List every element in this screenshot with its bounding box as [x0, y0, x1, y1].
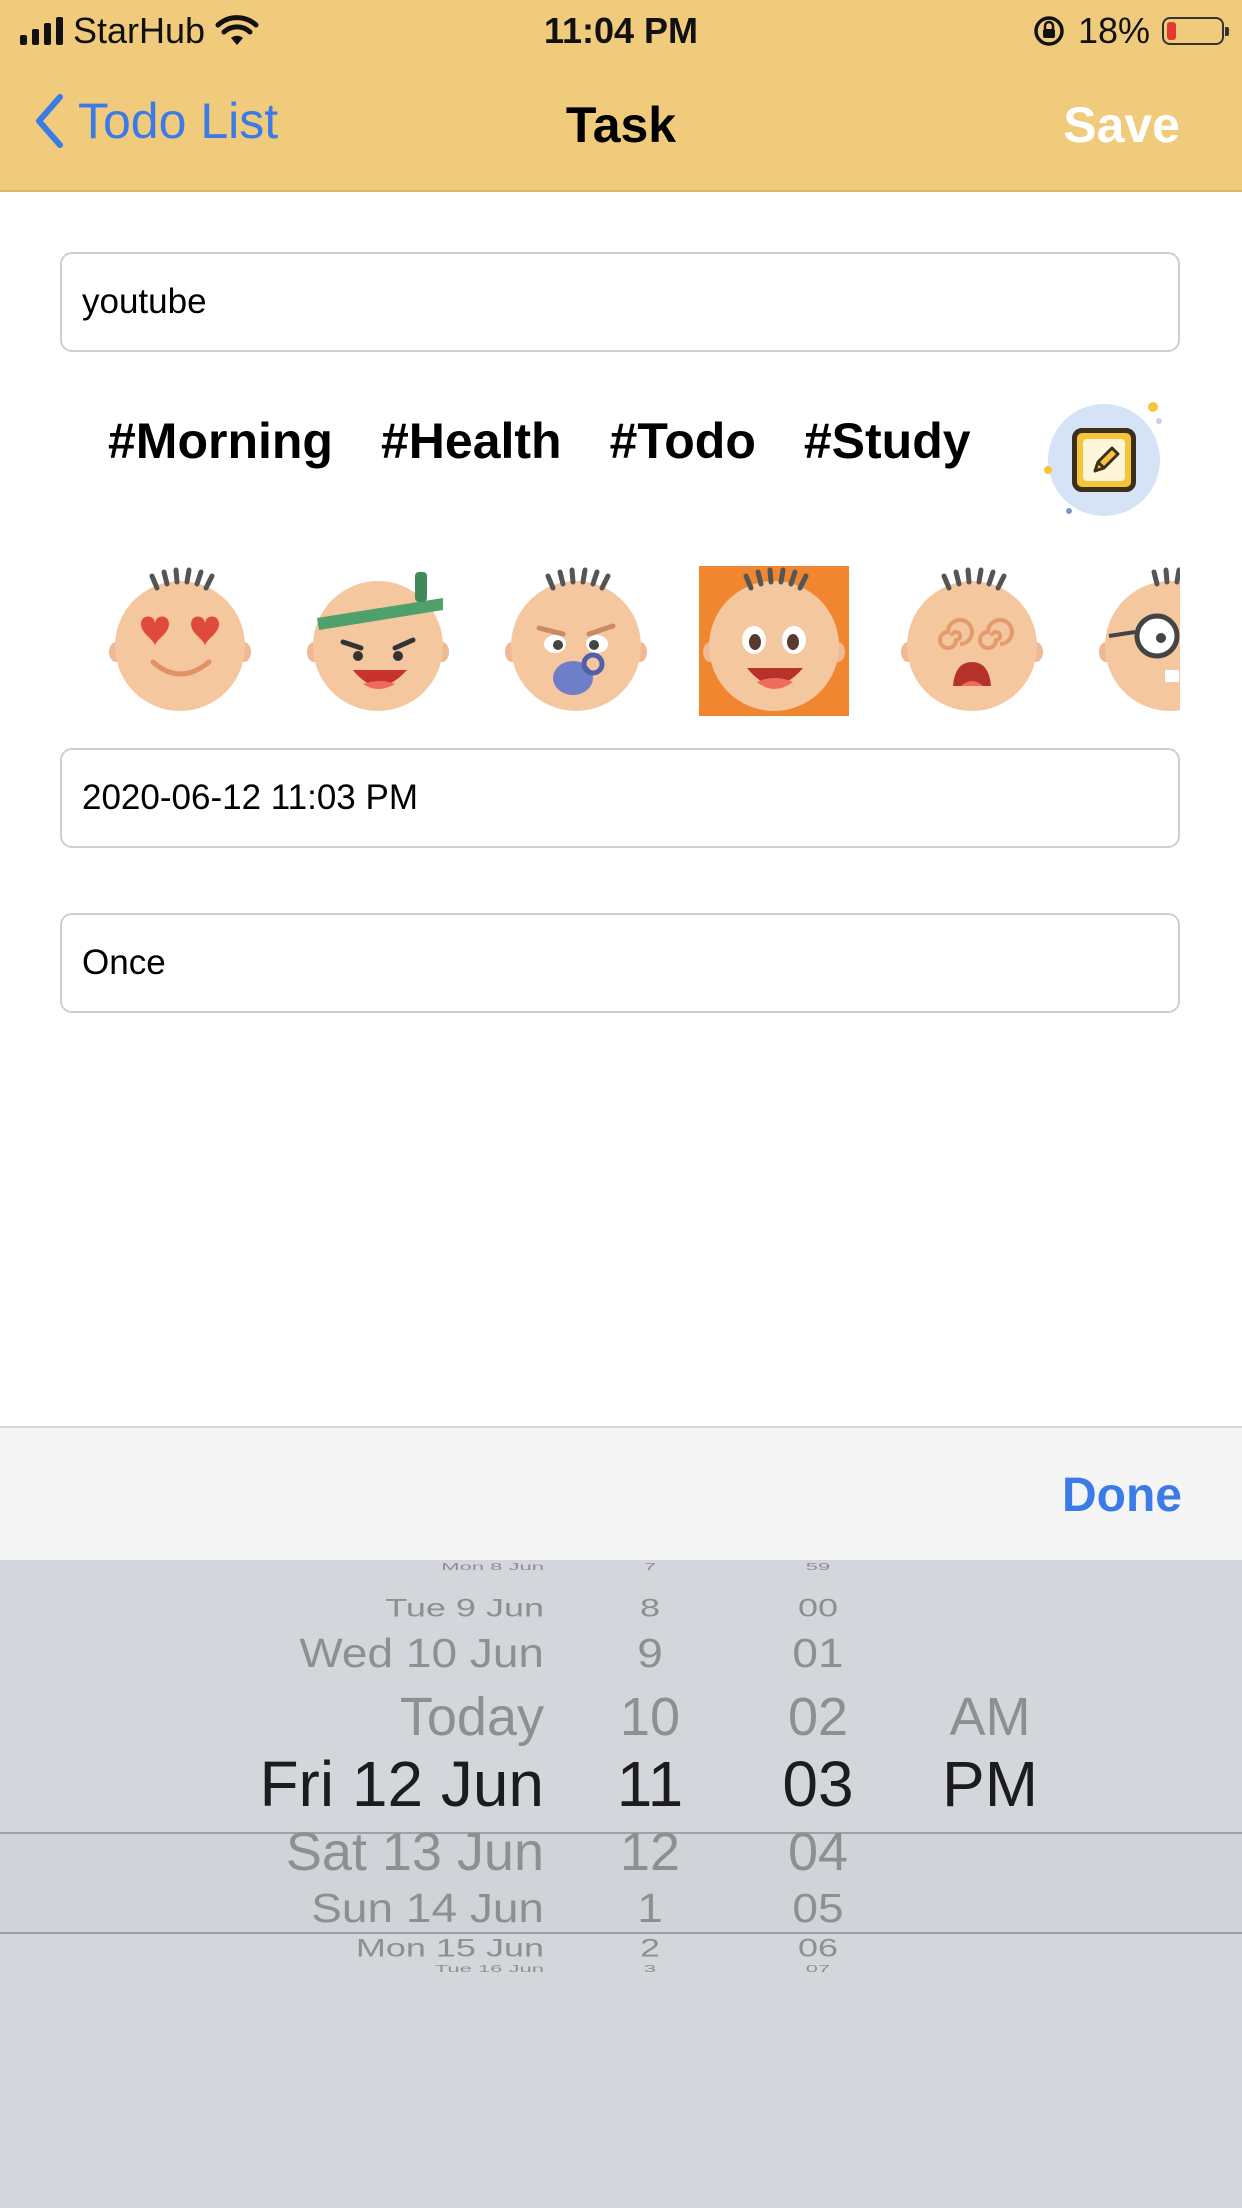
notepad-pencil-icon	[1072, 428, 1136, 492]
page-title: Task	[565, 97, 677, 153]
battery-percent: 18%	[1077, 10, 1150, 51]
tag-study[interactable]: #Study	[804, 412, 971, 470]
hour-option[interactable]: 7	[590, 1562, 710, 1572]
date-option[interactable]: Today	[400, 1690, 544, 1744]
hour-option[interactable]: 8	[590, 1595, 710, 1620]
dizzy-face-icon[interactable]	[897, 566, 1047, 716]
hour-option[interactable]: 12	[590, 1825, 710, 1879]
minute-option[interactable]: 02	[758, 1690, 878, 1744]
headband-face-icon[interactable]	[303, 566, 453, 716]
date-option[interactable]: Tue 16 Jun	[435, 1964, 544, 1974]
status-bar: StarHub 11:04 PM 18%	[0, 0, 1242, 62]
done-button[interactable]: Done	[1062, 1468, 1182, 1523]
meridiem-option[interactable]: AM	[920, 1690, 1060, 1744]
navigation-bar: StarHub 11:04 PM 18% Todo List Task Save	[0, 0, 1242, 192]
date-time-value: 2020-06-12 11:03 PM	[82, 778, 418, 817]
date-option[interactable]: Sun 14 Jun	[311, 1888, 544, 1928]
save-button[interactable]: Save	[1063, 96, 1180, 154]
meridiem-wheel[interactable]: AM PM	[920, 1560, 1060, 2208]
status-right: 18%	[1032, 10, 1229, 52]
glasses-face-icon[interactable]	[1095, 566, 1180, 716]
tag-morning[interactable]: #Morning	[108, 412, 333, 470]
orientation-lock-icon	[1034, 16, 1064, 46]
minute-option-selected[interactable]: 03	[758, 1752, 878, 1816]
hour-option[interactable]: 2	[590, 1935, 710, 1960]
minute-wheel[interactable]: 59 00 01 02 03 04 05 06 07	[758, 1560, 878, 2208]
minute-option[interactable]: 04	[758, 1825, 878, 1879]
emoji-picker-row	[105, 566, 1180, 718]
tag-list: #Morning #Health #Todo #Study	[108, 412, 971, 470]
hour-option[interactable]: 1	[590, 1888, 710, 1928]
date-option[interactable]: Mon 15 Jun	[356, 1935, 544, 1960]
hour-option[interactable]: 10	[590, 1690, 710, 1744]
minute-option[interactable]: 05	[758, 1888, 878, 1928]
hour-option[interactable]: 3	[590, 1964, 710, 1974]
minute-option[interactable]: 07	[758, 1964, 878, 1974]
minute-option[interactable]: 00	[758, 1595, 878, 1620]
minute-option[interactable]: 59	[758, 1562, 878, 1572]
date-option[interactable]: Mon 8 Jun	[441, 1562, 544, 1572]
task-name-input[interactable]: youtube	[60, 252, 1180, 352]
date-time-field[interactable]: 2020-06-12 11:03 PM	[60, 748, 1180, 848]
heart-eyes-face-icon[interactable]	[105, 566, 255, 716]
hour-option[interactable]: 9	[590, 1633, 710, 1673]
happy-face-icon[interactable]	[699, 566, 849, 716]
edit-tags-button[interactable]	[1044, 402, 1162, 516]
minute-option[interactable]: 01	[758, 1633, 878, 1673]
hour-option-selected[interactable]: 11	[590, 1752, 710, 1816]
date-option-selected[interactable]: Fri 12 Jun	[259, 1752, 544, 1816]
pacifier-face-icon[interactable]	[501, 566, 651, 716]
picker-toolbar: Done	[0, 1426, 1242, 1562]
date-option[interactable]: Sat 13 Jun	[286, 1825, 544, 1879]
repeat-field[interactable]: Once	[60, 913, 1180, 1013]
task-name-value: youtube	[82, 282, 207, 321]
date-wheel[interactable]: Mon 8 Jun Tue 9 Jun Wed 10 Jun Today Fri…	[190, 1560, 544, 2208]
battery-icon	[1162, 17, 1229, 45]
tag-health[interactable]: #Health	[381, 412, 562, 470]
date-option[interactable]: Wed 10 Jun	[299, 1633, 544, 1673]
tag-todo[interactable]: #Todo	[610, 412, 756, 470]
meridiem-option-selected[interactable]: PM	[920, 1752, 1060, 1816]
minute-option[interactable]: 06	[758, 1935, 878, 1960]
hour-wheel[interactable]: 7 8 9 10 11 12 1 2 3	[590, 1560, 710, 2208]
date-time-picker: Mon 8 Jun Tue 9 Jun Wed 10 Jun Today Fri…	[0, 1560, 1242, 2208]
repeat-value: Once	[82, 943, 166, 982]
date-option[interactable]: Tue 9 Jun	[385, 1595, 544, 1620]
